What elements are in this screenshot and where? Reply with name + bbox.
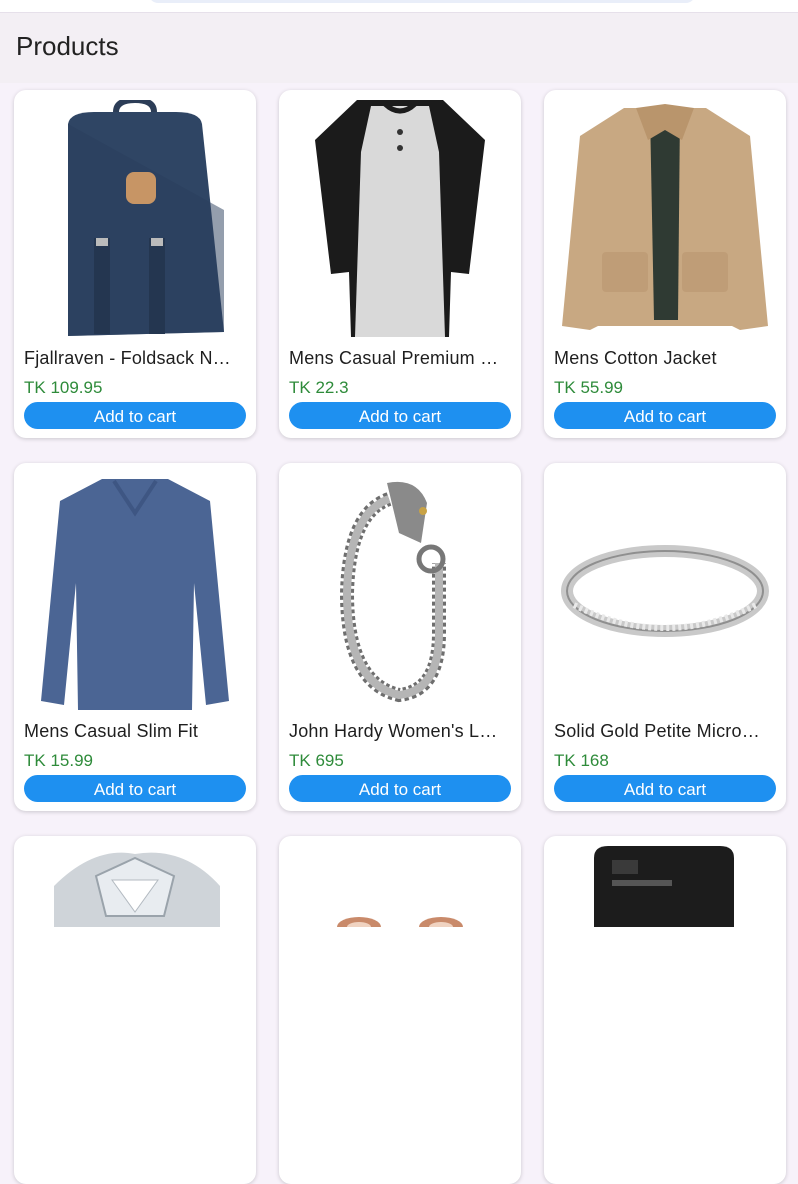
add-to-cart-button[interactable]: Add to cart [554, 775, 776, 802]
product-card[interactable]: Mens Casual Slim Fit TK 15.99 Add to car… [14, 463, 256, 811]
product-price: TK 22.3 [289, 378, 349, 397]
add-to-cart-button[interactable]: Add to cart [554, 402, 776, 429]
product-image[interactable] [554, 473, 776, 710]
long-sleeve-shirt-icon [41, 473, 229, 710]
rose-gold-ring-icon [289, 911, 511, 927]
add-to-cart-button[interactable]: Add to cart [24, 775, 246, 802]
product-price: TK 695 [289, 751, 344, 770]
product-title[interactable]: Mens Cotton Jacket [554, 348, 768, 369]
ring-icon [554, 534, 776, 649]
product-image[interactable] [289, 100, 511, 337]
product-title[interactable]: Mens Casual Premium Slim Fit T-Shirts [289, 348, 503, 369]
top-bar [0, 0, 798, 13]
product-price: TK 109.95 [24, 378, 103, 397]
product-title[interactable]: Fjallraven - Foldsack No. 1 Backpack [24, 348, 238, 369]
product-card[interactable]: Mens Casual Premium Slim Fit T-Shirts TK… [279, 90, 521, 438]
product-price: TK 168 [554, 751, 609, 770]
product-image[interactable] [289, 473, 511, 710]
product-title[interactable]: Mens Casual Slim Fit [24, 721, 238, 742]
page-header: Products [0, 13, 798, 83]
product-card[interactable] [544, 836, 786, 1184]
product-price: TK 15.99 [24, 751, 93, 770]
product-image[interactable] [24, 846, 246, 1083]
bracelet-icon [331, 473, 469, 710]
product-card[interactable]: Solid Gold Petite Micropave TK 168 Add t… [544, 463, 786, 811]
jacket-icon [558, 100, 772, 337]
product-image[interactable] [24, 100, 246, 337]
product-price: TK 55.99 [554, 378, 623, 397]
product-card[interactable]: John Hardy Women's Legends Naga Gold & S… [279, 463, 521, 811]
product-image[interactable] [554, 100, 776, 337]
product-title[interactable]: John Hardy Women's Legends Naga Gold & S… [289, 721, 503, 742]
raglan-shirt-icon [310, 100, 490, 337]
page-title: Products [16, 31, 119, 61]
product-image[interactable] [24, 473, 246, 710]
product-image[interactable] [289, 846, 511, 1083]
product-card[interactable] [14, 836, 256, 1184]
product-title[interactable]: Solid Gold Petite Micropave [554, 721, 768, 742]
product-image[interactable] [554, 846, 776, 1083]
search-bar[interactable] [148, 0, 696, 3]
add-to-cart-button[interactable]: Add to cart [289, 402, 511, 429]
product-card[interactable]: Fjallraven - Foldsack No. 1 Backpack TK … [14, 90, 256, 438]
backpack-icon [61, 100, 229, 337]
add-to-cart-button[interactable]: Add to cart [24, 402, 246, 429]
add-to-cart-button[interactable]: Add to cart [289, 775, 511, 802]
product-card[interactable] [279, 836, 521, 1184]
hard-drive-icon [578, 846, 752, 927]
diamond-ring-icon [34, 846, 236, 927]
product-card[interactable]: Mens Cotton Jacket TK 55.99 Add to cart [544, 90, 786, 438]
